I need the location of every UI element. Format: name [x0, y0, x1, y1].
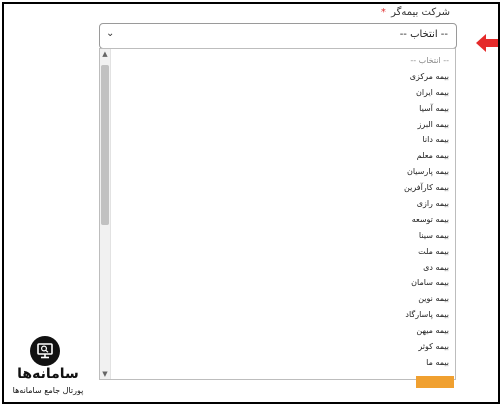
option-item[interactable]: بیمه ملت: [115, 244, 455, 260]
options-list: -- انتخاب -- بیمه مرکزی بیمه ایران بیمه …: [115, 53, 455, 371]
option-item[interactable]: بیمه مرکزی: [115, 69, 455, 85]
arrow-left-icon: [476, 34, 498, 52]
option-item[interactable]: بیمه آسیا: [115, 101, 455, 117]
option-item[interactable]: بیمه نوین: [115, 291, 455, 307]
logo-icon: [30, 336, 60, 366]
scrollbar[interactable]: ▲ ▼: [100, 49, 111, 379]
insurer-label-text: شرکت بیمه‌گر: [391, 7, 450, 18]
option-placeholder[interactable]: -- انتخاب --: [115, 53, 455, 69]
option-item[interactable]: بیمه توسعه: [115, 212, 455, 228]
option-item[interactable]: بیمه کوثر: [115, 339, 455, 355]
monitor-search-icon: [37, 343, 53, 359]
option-item[interactable]: بیمه کارآفرین: [115, 180, 455, 196]
option-item[interactable]: بیمه ما: [115, 355, 455, 371]
option-item[interactable]: بیمه ایران: [115, 85, 455, 101]
option-item[interactable]: بیمه رازی: [115, 196, 455, 212]
option-item[interactable]: بیمه سینا: [115, 228, 455, 244]
submit-button[interactable]: [416, 376, 454, 388]
option-item[interactable]: بیمه البرز: [115, 117, 455, 133]
option-item[interactable]: بیمه دی: [115, 260, 455, 276]
logo-brand-text: سامانه‌ها: [17, 366, 79, 382]
chevron-down-icon: ⌄: [106, 28, 115, 39]
option-item[interactable]: بیمه دانا: [115, 132, 455, 148]
insurer-select-value: -- انتخاب --: [399, 29, 448, 40]
screenshot-frame: شرکت بیمه‌گر * ⌄ -- انتخاب -- ▲ ▼ -- انت…: [2, 2, 500, 404]
insurer-dropdown-list[interactable]: ▲ ▼ -- انتخاب -- بیمه مرکزی بیمه ایران ب…: [99, 48, 456, 380]
option-item[interactable]: بیمه سامان: [115, 275, 455, 291]
option-item[interactable]: بیمه پارسیان: [115, 164, 455, 180]
scrollbar-thumb[interactable]: [101, 65, 109, 225]
scroll-down-icon[interactable]: ▼: [100, 369, 110, 379]
insurer-field-label: شرکت بیمه‌گر *: [381, 7, 450, 18]
required-marker: *: [380, 7, 386, 18]
option-item[interactable]: بیمه پاسارگاد: [115, 307, 455, 323]
scroll-up-icon[interactable]: ▲: [100, 49, 110, 59]
option-item[interactable]: بیمه میهن: [115, 323, 455, 339]
option-item[interactable]: بیمه معلم: [115, 148, 455, 164]
insurer-select[interactable]: ⌄ -- انتخاب --: [99, 23, 457, 49]
logo-tagline: پورتال جامع سامانه‌ها: [12, 386, 84, 395]
watermark-logo: سامانه‌ها پورتال جامع سامانه‌ها: [8, 336, 100, 400]
